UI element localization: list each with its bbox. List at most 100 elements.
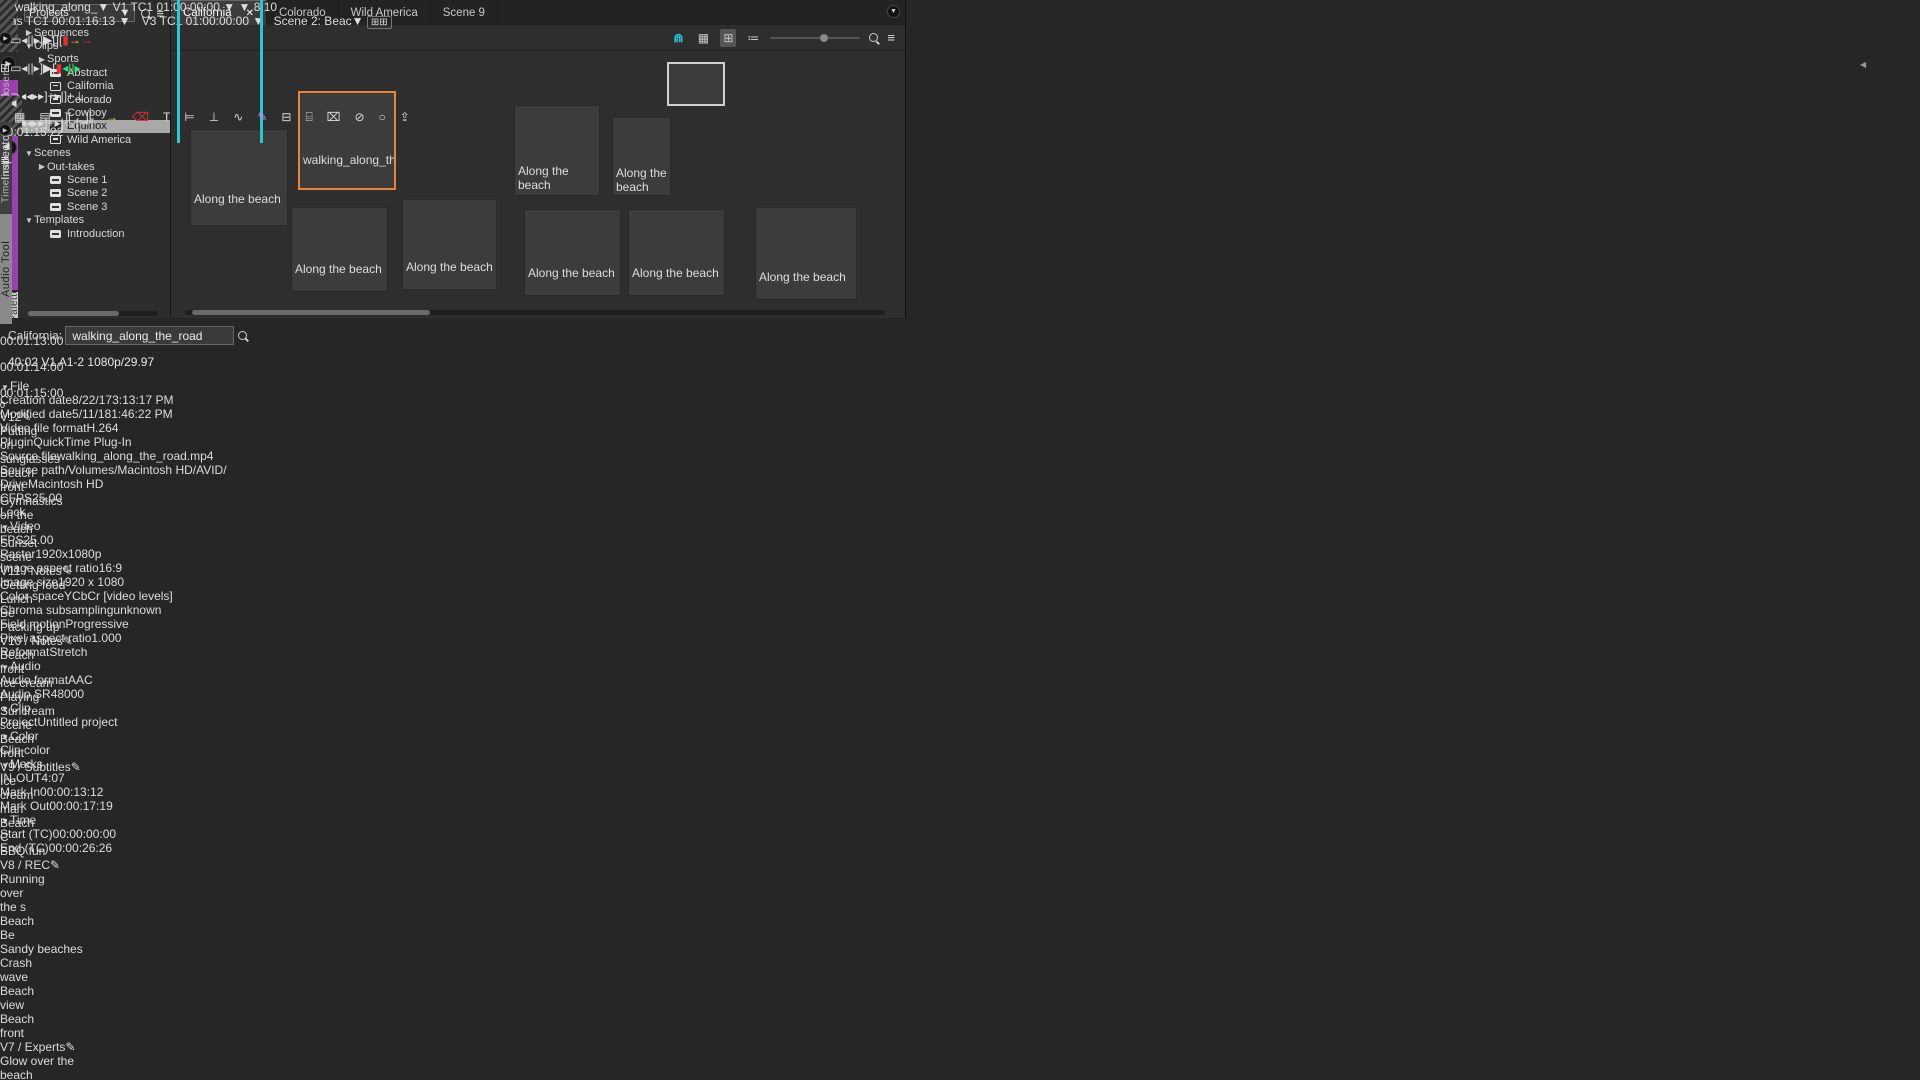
track-name-button[interactable]: V9 / Subtitles — [0, 760, 71, 774]
play-button[interactable]: ▶ — [43, 61, 52, 75]
timeline-clip-packing-up[interactable]: Packing up — [0, 620, 86, 634]
bin-clip-along-the-beach[interactable]: Along the beach — [524, 209, 621, 296]
extract-icon[interactable]: ⌫ — [132, 110, 149, 124]
pencil-icon[interactable]: ✎ — [50, 858, 60, 872]
timeline-clip-ice-cream[interactable]: Ice cream — [0, 676, 73, 690]
timeline-clip-beach-front[interactable]: Beach front — [0, 466, 42, 494]
timeline-clip-running-over-the-s[interactable]: Running over the s — [0, 872, 37, 914]
bin-clip-along-the-beach[interactable]: Along the beach — [755, 207, 857, 300]
bin-clip-along-the-beach[interactable]: Along the beach — [514, 105, 600, 196]
clip-thumbnail — [613, 118, 670, 164]
timeline-clip-beach[interactable]: Beach — [0, 914, 16, 928]
segment-icon[interactable]: ⊟ — [281, 110, 291, 124]
pencil-icon[interactable]: ✎ — [62, 564, 72, 578]
timeline-clip-be[interactable]: Be — [0, 606, 115, 620]
trim-left-button[interactable]: ◂| — [62, 61, 71, 75]
pencil-icon[interactable]: ✎ — [71, 760, 81, 774]
timeline-clip-beach[interactable]: Beach — [0, 816, 16, 830]
timeline-clip-sunset-scene[interactable]: Sunset scene — [0, 536, 46, 564]
pencil-icon[interactable]: ✎ — [65, 1040, 75, 1054]
timeline-clip-be[interactable]: Be — [0, 928, 6, 942]
record-monitor-bar: Mas TC1 00:01:16:13 ▼ V3 TC1 01:00:00:00… — [0, 14, 465, 28]
timeline-clip-suncream-scene[interactable]: Suncream scene — [0, 704, 35, 732]
timeline-clip-getting-food[interactable]: Getting food — [0, 578, 93, 592]
timeline-grip[interactable] — [0, 96, 12, 122]
splice-in-icon[interactable]: → — [106, 110, 118, 124]
step-forward-button[interactable]: |▸ — [31, 33, 40, 47]
export-icon[interactable]: ⇪ — [400, 110, 410, 124]
text-view-icon[interactable]: ▦ — [695, 29, 711, 47]
track-name-button[interactable]: V8 / REC — [0, 858, 50, 872]
curve-icon[interactable]: ∿ — [233, 110, 243, 124]
add-marker-red-button[interactable]: ▮ — [62, 33, 69, 47]
bin-clip-along-the-beach[interactable]: Along the beach — [628, 209, 725, 296]
record-timecode[interactable]: 01:00:00:00 — [186, 14, 249, 28]
composer-grip[interactable] — [0, 0, 13, 30]
source-timecode[interactable]: 01:00:00:00 — [156, 0, 219, 14]
track-list-button[interactable]: ≣ — [0, 153, 410, 167]
step-back-button[interactable]: ◂| — [21, 33, 30, 47]
video-track-v7: V7 / Experts✎Glow over the beachBBeBoat … — [0, 1040, 410, 1080]
timeline-clip-beach-view[interactable]: Beach view — [0, 984, 26, 1012]
pencil-icon[interactable]: ✎ — [63, 634, 73, 648]
bin-menu-icon[interactable]: ≡ — [887, 31, 895, 44]
align-top-icon[interactable]: ⊥ — [209, 110, 219, 124]
source-transport-row1: ⊞▭◂||▸]▶[][▮→→ — [0, 33, 465, 61]
smart-tool-icon[interactable]: ✎ — [257, 110, 267, 124]
timeline-clip-beach-front[interactable]: Beach front — [0, 648, 55, 676]
step-forward-button[interactable]: |▸ — [31, 61, 40, 75]
timeline-clip-sandy-beaches[interactable]: Sandy beaches — [0, 942, 141, 956]
trim-right-icon[interactable]: ][ — [85, 110, 92, 124]
bin-tab-overflow-icon[interactable]: ▼ — [887, 5, 900, 18]
clip-frame-icon[interactable]: ▤ — [39, 110, 50, 124]
timeline-clip-c[interactable]: C — [0, 830, 4, 844]
timeline-clip-ice-cream-man[interactable]: Ice cream man — [0, 774, 41, 816]
bin-unlock-icon[interactable]: ⋒ — [670, 29, 686, 47]
master-timecode-display[interactable]: 00:01:15:22 — [0, 125, 410, 139]
master-tc-menu-icon[interactable]: ▼ — [119, 14, 131, 28]
trim-left-icon[interactable]: ][ — [65, 110, 72, 124]
track-name-button[interactable]: V7 / Experts — [0, 1040, 65, 1054]
timeline-clip-lunch[interactable]: Lunch — [0, 592, 19, 606]
script-view-icon[interactable]: ≔ — [745, 29, 761, 47]
thumbnail-size-slider[interactable] — [770, 37, 860, 39]
source-tc-menu-icon[interactable]: ▼ — [223, 0, 235, 14]
step-back-button[interactable]: ◂| — [21, 61, 30, 75]
splice-in-button[interactable]: → — [69, 33, 81, 47]
video-quality-icon[interactable]: ▦ — [14, 110, 25, 124]
source-blank-menu[interactable]: ▼ — [238, 0, 250, 14]
match-frame-icon[interactable]: ⌧ — [327, 110, 341, 124]
trim-right-button[interactable]: |▸ — [71, 61, 80, 75]
video-monitor-button[interactable]: ◄ — [0, 139, 410, 153]
timeline-ruler[interactable]: 00:01:13:0000:01:14:0000:01:15:000 — [0, 167, 410, 410]
sequence-menu[interactable]: Scene 2: Beac▼ — [274, 14, 364, 28]
timeline-clip-beach-front[interactable]: Beach front — [0, 732, 27, 760]
bin-clip[interactable] — [667, 62, 725, 106]
align-left-icon[interactable]: ⊨ — [184, 110, 194, 124]
film-button[interactable]: ⊞⊞ — [367, 16, 392, 29]
timeline-clip-bbq-fun[interactable]: BBQ fun — [0, 844, 145, 858]
play-button[interactable]: ▶ — [43, 33, 52, 47]
timeline-clip-crash-wave[interactable]: Crash wave — [0, 956, 25, 984]
text-tool-icon[interactable]: T — [163, 110, 170, 124]
marker-icon[interactable]: ⌸ — [305, 110, 312, 124]
disable-icon[interactable]: ⊘ — [354, 110, 364, 124]
pencil-icon[interactable]: ✎ — [21, 410, 31, 424]
track-name-button[interactable]: V10 / Notes — [0, 634, 63, 648]
timeline-clip-playing[interactable]: Playing — [0, 690, 16, 704]
track-name-button[interactable]: V12 — [0, 410, 21, 424]
timeline-clip-putting-on-sunglasses[interactable]: Putting on sunglasses — [0, 424, 38, 466]
timeline-clip-beach-front[interactable]: Beach front — [0, 1012, 25, 1040]
bin-clip-along-the-beach[interactable]: Along the beach — [402, 199, 497, 290]
overwrite-button[interactable]: → — [81, 33, 93, 47]
sidebar-collapse-icon[interactable]: ◀ — [1860, 60, 1866, 69]
loop-icon[interactable]: ○ — [379, 110, 386, 124]
source-clip-menu[interactable]: walking_along_▼ — [15, 0, 110, 14]
bin-clip-along-the-beach[interactable]: Along the beach — [612, 117, 671, 196]
master-timecode[interactable]: 00:01:16:13 — [52, 14, 115, 28]
track-name-button[interactable]: V11 / Notes — [0, 564, 62, 578]
bin-search-icon[interactable] — [869, 33, 878, 42]
frame-view-icon[interactable]: ⊞ — [720, 29, 736, 47]
timeline-clip-gymnastics-on-the-beach[interactable]: Gymnastics on the beach — [0, 494, 69, 536]
timeline-clip-glow-over-the-beach[interactable]: Glow over the beach — [0, 1054, 93, 1080]
